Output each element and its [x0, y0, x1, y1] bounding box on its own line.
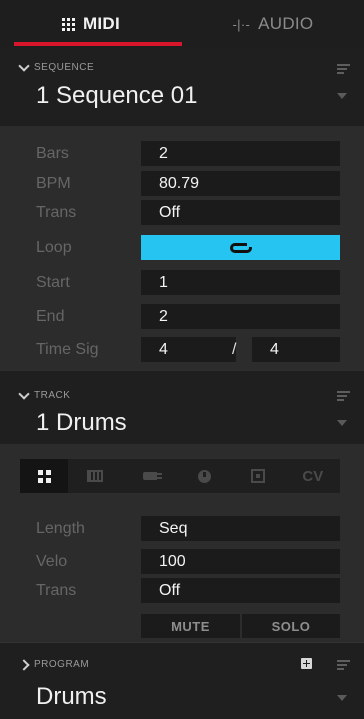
program-dropdown-arrow-icon[interactable] [337, 695, 347, 701]
pads-grid-tab[interactable] [20, 459, 68, 493]
chevron-down-icon[interactable] [18, 59, 30, 72]
seq-trans-row: Trans Off [0, 200, 364, 225]
time-sig-denominator-field[interactable]: 4 [252, 337, 340, 362]
plugin-icon [142, 472, 162, 480]
tab-midi[interactable]: MIDI [0, 0, 182, 48]
track-header-label: TRACK [34, 390, 71, 401]
sequence-menu-icon[interactable] [337, 64, 350, 74]
velo-field[interactable]: 100 [141, 549, 340, 574]
start-row: Start 1 [0, 270, 364, 295]
knob-icon [197, 469, 211, 483]
program-header[interactable]: PROGRAM Drums [0, 642, 364, 719]
track-tool-icons: CV [20, 459, 340, 493]
cv-tab[interactable]: CV [286, 459, 340, 493]
box-icon [251, 469, 266, 483]
track-menu-icon[interactable] [337, 391, 350, 401]
sequence-header-label: SEQUENCE [34, 62, 95, 73]
track-trans-row: Trans Off [0, 578, 364, 603]
start-label: Start [36, 274, 70, 291]
track-trans-label: Trans [36, 582, 77, 599]
tab-midi-label: MIDI [82, 14, 121, 33]
mode-tabs: MIDI -|·- AUDIO [0, 0, 364, 48]
solo-button[interactable]: SOLO [242, 614, 340, 638]
time-sig-separator: / [232, 341, 237, 358]
length-label: Length [36, 520, 85, 537]
keyboard-icon [87, 470, 104, 482]
track-panel: CV Length Seq Velo 100 Trans Off MUTE SO… [0, 444, 364, 642]
program-label-wrap: PROGRAM [18, 658, 90, 671]
program-menu-icon[interactable] [337, 660, 350, 670]
tab-audio[interactable]: -|·- AUDIO [182, 0, 364, 48]
bpm-label: BPM [36, 175, 71, 192]
chevron-down-icon[interactable] [18, 387, 30, 400]
track-name[interactable]: 1 Drums [36, 409, 127, 437]
program-name[interactable]: Drums [36, 683, 107, 711]
waveform-icon: -|·- [232, 16, 251, 32]
sequence-name[interactable]: 1 Sequence 01 [36, 82, 197, 110]
time-sig-row: Time Sig 4 / 4 [0, 337, 364, 362]
time-sig-label: Time Sig [36, 341, 99, 358]
mute-solo-row: MUTE SOLO [0, 614, 364, 639]
bars-row: Bars 2 [0, 141, 364, 166]
velo-row: Velo 100 [0, 549, 364, 574]
length-row: Length Seq [0, 516, 364, 541]
sequence-dropdown-arrow-icon[interactable] [337, 93, 347, 99]
length-field[interactable]: Seq [141, 516, 340, 541]
tab-audio-label: AUDIO [258, 14, 314, 33]
loop-row: Loop [0, 235, 364, 260]
seq-trans-label: Trans [36, 204, 77, 221]
track-dropdown-arrow-icon[interactable] [337, 420, 347, 426]
sequence-label-wrap: SEQUENCE [18, 59, 95, 73]
time-sig-numerator-field[interactable]: 4 [141, 337, 236, 362]
start-field[interactable]: 1 [141, 270, 340, 295]
bars-field[interactable]: 2 [141, 141, 340, 166]
keyboard-tab[interactable] [68, 459, 122, 493]
bpm-field[interactable]: 80.79 [141, 171, 340, 196]
track-header[interactable]: TRACK 1 Drums [0, 371, 364, 444]
grid-icon [61, 17, 75, 31]
plugin-tab[interactable] [122, 459, 176, 493]
seq-trans-field[interactable]: Off [141, 200, 340, 225]
bars-label: Bars [36, 145, 69, 162]
loop-icon [229, 240, 253, 253]
track-label-wrap: TRACK [18, 387, 71, 401]
track-trans-field[interactable]: Off [141, 578, 340, 603]
velo-label: Velo [36, 553, 68, 570]
sequence-panel: Bars 2 BPM 80.79 Trans Off Loop Start 1 … [0, 126, 364, 371]
program-header-label: PROGRAM [34, 659, 90, 670]
add-program-icon[interactable] [301, 658, 312, 669]
box-tab[interactable] [231, 459, 285, 493]
end-field[interactable]: 2 [141, 304, 340, 329]
bpm-row: BPM 80.79 [0, 171, 364, 196]
sequence-header[interactable]: SEQUENCE 1 Sequence 01 [0, 48, 364, 126]
pads-grid-icon [37, 469, 51, 483]
loop-toggle[interactable] [141, 235, 340, 260]
knob-tab[interactable] [177, 459, 231, 493]
mute-button[interactable]: MUTE [141, 614, 240, 638]
end-row: End 2 [0, 304, 364, 329]
chevron-right-icon[interactable] [18, 658, 30, 671]
end-label: End [36, 308, 65, 325]
loop-label: Loop [36, 239, 72, 256]
